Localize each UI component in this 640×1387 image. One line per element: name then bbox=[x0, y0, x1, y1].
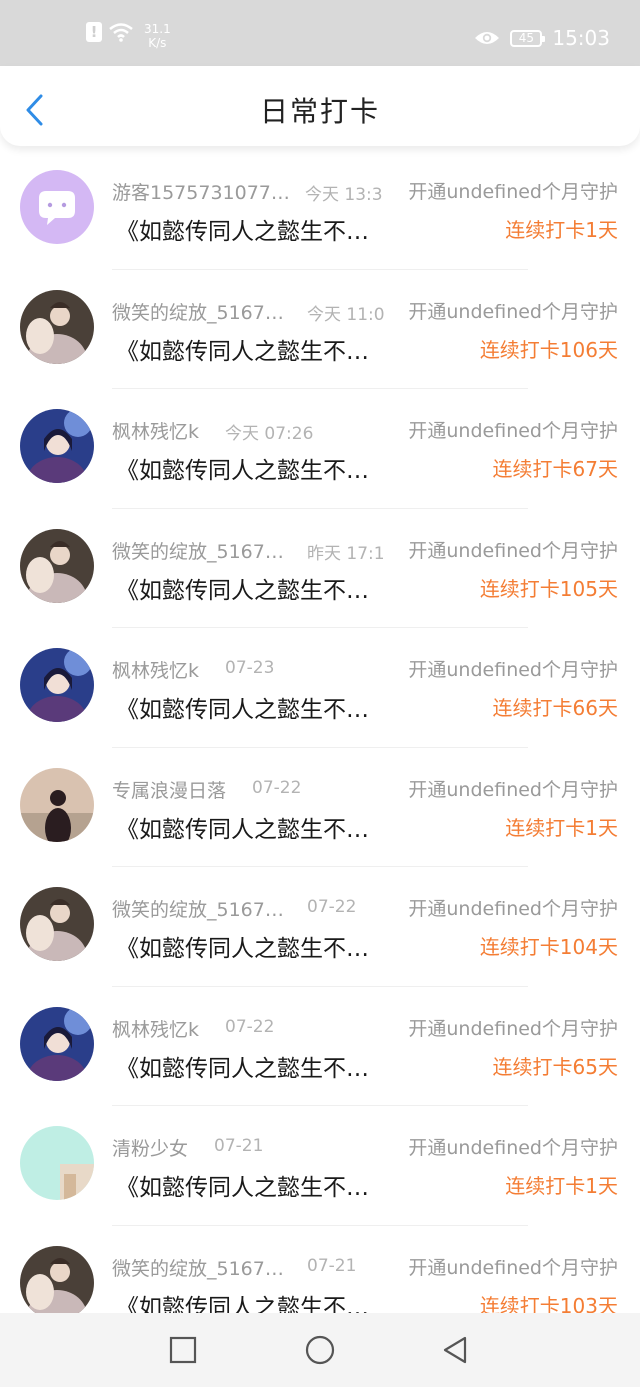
book-title[interactable]: 《如懿传同人之懿生不… bbox=[116, 212, 369, 246]
avatar[interactable] bbox=[20, 409, 94, 483]
book-title[interactable]: 《如懿传同人之懿生不… bbox=[116, 810, 369, 844]
checkin-time: 07-22 bbox=[307, 897, 357, 917]
status-bar: ! 31.1 K/s 45 15:03 bbox=[0, 0, 640, 66]
network-speed: 31.1 K/s bbox=[144, 22, 171, 50]
battery-level: 45 bbox=[518, 30, 534, 45]
wifi-icon bbox=[109, 23, 133, 42]
avatar[interactable] bbox=[20, 528, 94, 603]
book-title[interactable]: 《如懿传同人之懿生不… bbox=[116, 332, 369, 366]
checkin-row[interactable]: 游客1575731077… 今天 13:3 开通undefined个月守护《如懿传同… bbox=[0, 150, 640, 270]
alert-icon: ! bbox=[86, 22, 102, 42]
checkin-list[interactable]: 游客1575731077… 今天 13:3 开通undefined个月守护 《如懿传同… bbox=[0, 150, 640, 1345]
checkin-time: 07-21 bbox=[214, 1136, 264, 1156]
checkin-time: 07-22 bbox=[225, 1016, 275, 1037]
book-title[interactable]: 《如懿传同人之懿生不… bbox=[116, 690, 369, 724]
guard-info: 开通undefined个月守护 bbox=[406, 177, 618, 204]
user-name: 游客1575731077… bbox=[112, 182, 290, 204]
eye-icon bbox=[475, 32, 500, 44]
user-name: 微笑的绽放_5167… bbox=[112, 899, 284, 921]
streak-count: 连续打卡65天 bbox=[492, 1054, 618, 1079]
header: 日常打卡 bbox=[0, 66, 640, 146]
checkin-time: 今天 11:0 bbox=[307, 304, 385, 325]
checkin-row[interactable]: 枫林残忆k 07-23 开通undefined个月守护《如懿传同人之懿生不… 连续打卡… bbox=[0, 628, 640, 748]
avatar[interactable] bbox=[20, 289, 94, 364]
guard-info: 开通undefined个月守护 bbox=[406, 1013, 618, 1041]
streak-count: 连续打卡1天 bbox=[505, 815, 618, 840]
user-name: 专属浪漫日落 bbox=[112, 779, 227, 802]
status-right: 45 15:03 bbox=[474, 26, 610, 50]
clock: 15:03 bbox=[552, 26, 610, 50]
speed-unit: K/s bbox=[148, 36, 167, 50]
checkin-row[interactable]: 微笑的绽放_5167… 昨天 17:1 开通undefined个月守护《如懿传同人之… bbox=[0, 509, 640, 628]
guard-info: 开通undefined个月守护 bbox=[406, 655, 618, 682]
avatar[interactable] bbox=[20, 648, 94, 722]
user-name: 枫林残忆k bbox=[112, 1018, 200, 1041]
user-name: 微笑的绽放_5167… bbox=[112, 1257, 284, 1280]
recent-apps-icon bbox=[169, 1336, 197, 1364]
home-button[interactable] bbox=[304, 1335, 335, 1365]
book-title[interactable]: 《如懿传同人之懿生不… bbox=[116, 1168, 369, 1202]
checkin-time: 昨天 17:1 bbox=[307, 543, 385, 564]
battery-icon: 45 bbox=[510, 29, 546, 47]
guard-info: 开通undefined个月守护 bbox=[406, 416, 618, 443]
checkin-time: 今天 07:26 bbox=[225, 424, 314, 444]
status-left: ! 31.1 K/s bbox=[86, 22, 171, 50]
checkin-time: 07-22 bbox=[252, 777, 302, 798]
avatar[interactable] bbox=[20, 1245, 94, 1320]
avatar[interactable] bbox=[20, 170, 94, 244]
avatar[interactable] bbox=[20, 887, 94, 961]
book-title[interactable]: 《如懿传同人之懿生不… bbox=[116, 451, 369, 485]
checkin-time: 今天 13:3 bbox=[305, 185, 383, 205]
book-title[interactable]: 《如懿传同人之懿生不… bbox=[116, 571, 369, 605]
avatar[interactable] bbox=[20, 1006, 94, 1081]
checkin-row[interactable]: 微笑的绽放_5167… 07-22 开通undefined个月守护《如懿传同人之懿生… bbox=[0, 867, 640, 987]
user-name: 清粉少女 bbox=[112, 1138, 189, 1160]
recent-apps-button[interactable] bbox=[168, 1335, 198, 1365]
guard-info: 开通undefined个月守护 bbox=[406, 1133, 618, 1160]
streak-count: 连续打卡1天 bbox=[505, 1174, 618, 1198]
guard-info: 开通undefined个月守护 bbox=[406, 296, 618, 324]
user-name: 枫林残忆k bbox=[112, 421, 200, 443]
user-name: 微笑的绽放_5167… bbox=[112, 301, 284, 324]
streak-count: 连续打卡67天 bbox=[492, 457, 618, 481]
checkin-row[interactable]: 专属浪漫日落 07-22 开通undefined个月守护《如懿传同人之懿生不… 连续打… bbox=[0, 748, 640, 867]
user-name: 枫林残忆k bbox=[112, 660, 200, 682]
user-name: 微笑的绽放_5167… bbox=[112, 540, 284, 563]
avatar[interactable] bbox=[20, 767, 94, 842]
streak-count: 连续打卡105天 bbox=[479, 576, 618, 601]
checkin-time: 07-21 bbox=[307, 1255, 357, 1276]
guard-info: 开通undefined个月守护 bbox=[406, 894, 618, 921]
avatar[interactable] bbox=[20, 1126, 94, 1200]
checkin-row[interactable]: 清粉少女 07-21 开通undefined个月守护《如懿传同人之懿生不… 连续打卡1… bbox=[0, 1106, 640, 1226]
checkin-row[interactable]: 枫林残忆k 今天 07:26 开通undefined个月守护《如懿传同人之懿生不… 连… bbox=[0, 389, 640, 509]
streak-count: 连续打卡104天 bbox=[479, 935, 618, 959]
streak-count: 连续打卡66天 bbox=[492, 696, 618, 720]
streak-count: 连续打卡1天 bbox=[505, 218, 618, 242]
checkin-row[interactable]: 枫林残忆k 07-22 开通undefined个月守护《如懿传同人之懿生不… 连续打卡… bbox=[0, 987, 640, 1106]
guard-info: 开通undefined个月守护 bbox=[406, 774, 618, 802]
checkin-row[interactable]: 微笑的绽放_5167… 今天 11:0 开通undefined个月守护《如懿传同人之… bbox=[0, 270, 640, 389]
book-title[interactable]: 《如懿传同人之懿生不… bbox=[116, 929, 369, 963]
book-title[interactable]: 《如懿传同人之懿生不… bbox=[116, 1049, 369, 1083]
guard-info: 开通undefined个月守护 bbox=[406, 1252, 618, 1280]
streak-count: 连续打卡106天 bbox=[479, 337, 618, 362]
home-icon bbox=[305, 1335, 335, 1365]
back-triangle-icon bbox=[443, 1336, 467, 1364]
system-nav-bar bbox=[0, 1313, 640, 1387]
back-nav-button[interactable] bbox=[440, 1335, 470, 1365]
page-title: 日常打卡 bbox=[259, 95, 380, 128]
guard-info: 开通undefined个月守护 bbox=[406, 535, 618, 563]
speed-value: 31.1 bbox=[144, 22, 171, 36]
checkin-time: 07-23 bbox=[225, 658, 275, 678]
